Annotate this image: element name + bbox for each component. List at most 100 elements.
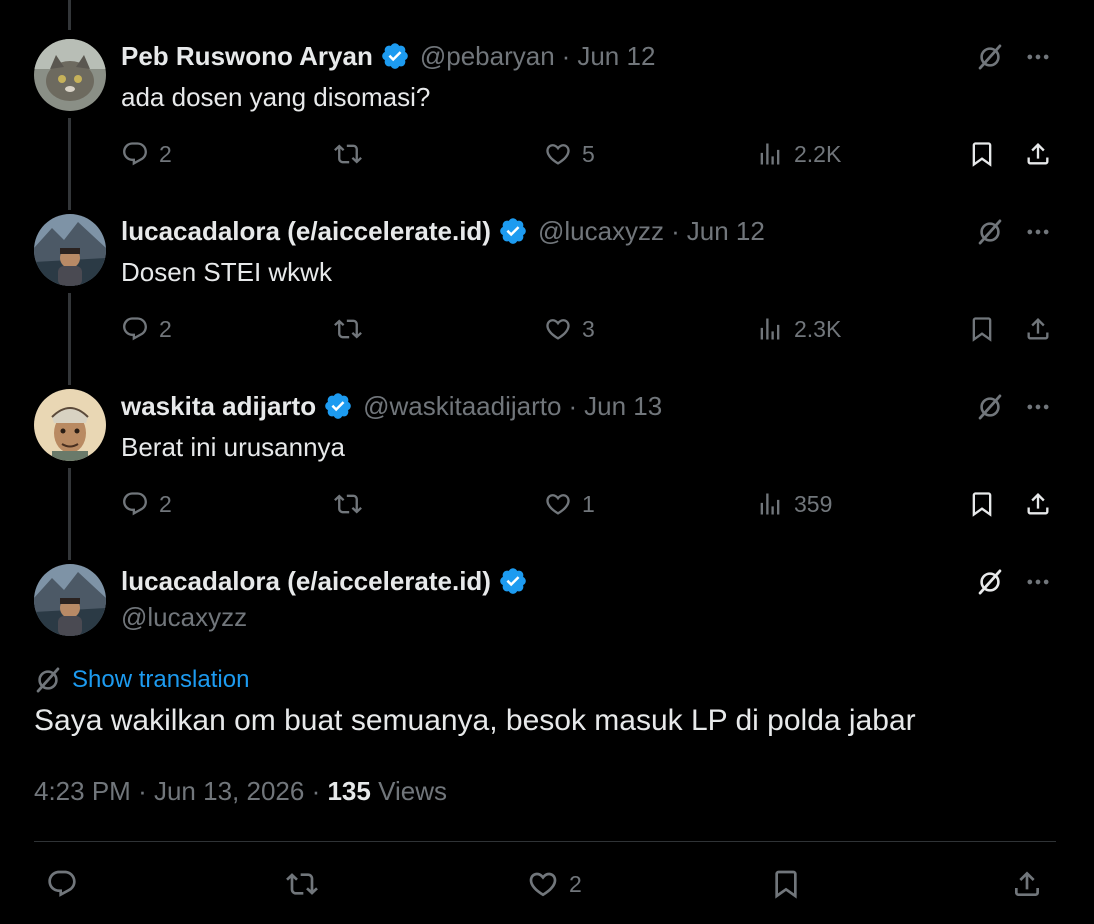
like-count: 2 [569, 870, 582, 897]
verified-badge-icon [323, 391, 353, 421]
author-handle[interactable]: @lucaxyzz [538, 216, 664, 247]
tweet-header: waskita adijarto @waskitaadijarto · Jun … [121, 388, 662, 424]
heart-icon [544, 140, 572, 168]
bookmark-button[interactable] [968, 315, 996, 343]
tweet-date[interactable]: Jun 12 [577, 41, 655, 72]
tweet-date[interactable]: Jun 13 [584, 391, 662, 422]
show-translation-link[interactable]: Show translation [34, 666, 249, 694]
thread-line [68, 0, 71, 30]
reply-button[interactable]: 2 [121, 140, 172, 168]
views-icon [756, 140, 784, 168]
bookmark-icon [770, 868, 802, 900]
share-icon [1024, 490, 1052, 518]
views-count: 359 [794, 490, 833, 517]
grok-icon[interactable] [973, 215, 1007, 249]
bookmark-icon [968, 140, 996, 168]
separator: · [311, 776, 321, 806]
avatar[interactable] [34, 389, 106, 461]
avatar[interactable] [34, 564, 106, 636]
views-icon [756, 490, 784, 518]
separator: · [568, 390, 578, 421]
like-button[interactable]: 3 [544, 315, 595, 343]
views-button[interactable]: 359 [756, 490, 832, 518]
like-count: 1 [582, 490, 595, 517]
avatar[interactable] [34, 214, 106, 286]
more-icon[interactable] [1021, 40, 1055, 74]
author-handle[interactable]: @pebaryan [420, 41, 555, 72]
retweet-button[interactable] [334, 315, 362, 343]
views-label: Views [378, 776, 447, 806]
tweet-time[interactable]: 4:23 PM [34, 776, 131, 806]
author-name[interactable]: Peb Ruswono Aryan [121, 41, 373, 72]
author-name[interactable]: lucacadalora (e/aiccelerate.id) [121, 216, 491, 247]
bookmark-button[interactable] [968, 140, 996, 168]
share-button[interactable] [1024, 140, 1052, 168]
views-count: 2.2K [794, 140, 842, 167]
tweet-header: lucacadalora (e/aiccelerate.id) @lucaxyz… [121, 213, 765, 249]
share-button[interactable] [1024, 490, 1052, 518]
tweet-meta: 4:23 PM · Jun 13, 2026 · 135 Views [34, 776, 447, 807]
tweet-text: Dosen STEI wkwk [121, 257, 332, 287]
bookmark-button[interactable] [968, 490, 996, 518]
share-icon [1024, 140, 1052, 168]
tweet-text: Berat ini urusannya [121, 432, 346, 462]
separator: · [671, 215, 680, 246]
tweet-date[interactable]: Jun 12 [687, 216, 765, 247]
share-icon [1024, 315, 1052, 343]
tweet-full-date[interactable]: Jun 13, 2026 [154, 776, 304, 806]
reply-button[interactable]: 2 [121, 490, 172, 518]
reply-button[interactable]: 2 [121, 315, 172, 343]
heart-icon [544, 490, 572, 518]
like-button[interactable]: 5 [544, 140, 595, 168]
tweet-text: Saya wakilkan om buat semuanya, besok ma… [34, 704, 916, 737]
retweet-icon [334, 315, 362, 343]
reply-button[interactable] [46, 868, 78, 900]
heart-icon [544, 315, 572, 343]
avatar[interactable] [34, 39, 106, 111]
tweet-header: Peb Ruswono Aryan @pebaryan · Jun 12 [121, 38, 655, 74]
author-name[interactable]: lucacadalora (e/aiccelerate.id) [121, 566, 491, 597]
like-count: 3 [582, 315, 595, 342]
thread-line [68, 293, 71, 385]
like-button[interactable]: 1 [544, 490, 595, 518]
more-icon[interactable] [1021, 565, 1055, 599]
retweet-button[interactable] [334, 140, 362, 168]
grok-icon[interactable] [973, 565, 1007, 599]
grok-icon[interactable] [973, 390, 1007, 424]
author-handle[interactable]: @lucaxyzz [121, 602, 247, 633]
bookmark-icon [968, 490, 996, 518]
retweet-icon [286, 868, 318, 900]
verified-badge-icon [380, 41, 410, 71]
author-name[interactable]: waskita adijarto [121, 391, 316, 422]
verified-badge-icon [498, 216, 528, 246]
more-icon[interactable] [1021, 215, 1055, 249]
reply-count: 2 [159, 490, 172, 517]
grok-icon[interactable] [973, 40, 1007, 74]
bookmark-icon [968, 315, 996, 343]
share-button[interactable] [1024, 315, 1052, 343]
reply-count: 2 [159, 140, 172, 167]
retweet-button[interactable] [286, 868, 318, 900]
show-translation-label[interactable]: Show translation [72, 666, 249, 694]
bookmark-button[interactable] [770, 868, 802, 900]
views-icon [756, 315, 784, 343]
thread-line [68, 468, 71, 560]
tweet-text: ada dosen yang disomasi? [121, 82, 431, 112]
like-button[interactable]: 2 [527, 868, 582, 900]
verified-badge-icon [498, 566, 528, 596]
retweet-button[interactable] [334, 490, 362, 518]
more-icon[interactable] [1021, 390, 1055, 424]
views-button[interactable]: 2.3K [756, 315, 841, 343]
share-icon [1011, 868, 1043, 900]
heart-icon [527, 868, 559, 900]
reply-icon [121, 315, 149, 343]
views-button[interactable]: 2.2K [756, 140, 841, 168]
reply-count: 2 [159, 315, 172, 342]
reply-icon [121, 490, 149, 518]
reply-icon [121, 140, 149, 168]
share-button[interactable] [1011, 868, 1043, 900]
main-tweet-header: lucacadalora (e/aiccelerate.id) [121, 563, 528, 599]
grok-icon [34, 666, 62, 694]
views-count: 2.3K [794, 315, 842, 342]
author-handle[interactable]: @waskitaadijarto [363, 391, 561, 422]
